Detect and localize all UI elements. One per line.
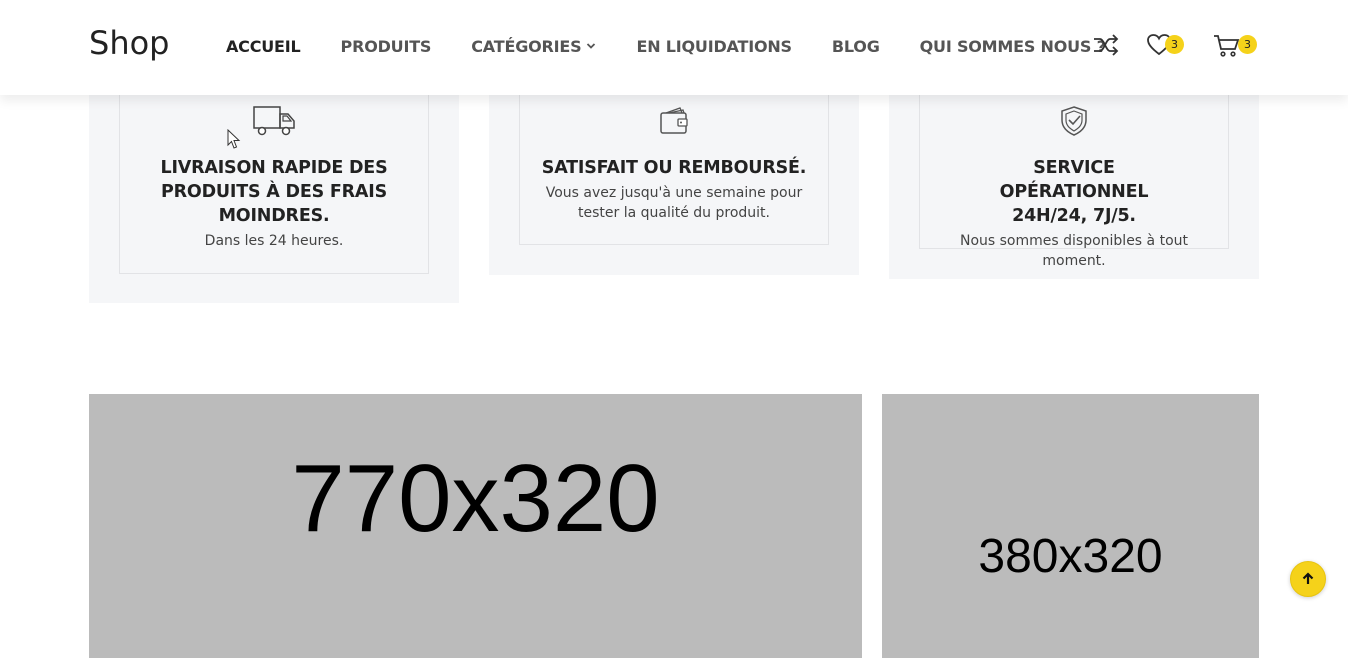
nav-label: QUI SOMMES NOUS ? (919, 36, 1106, 56)
nav-item-accueil[interactable]: ACCUEIL (226, 37, 301, 56)
banner-placeholder-label: 380x320 (978, 530, 1163, 583)
compare-button[interactable] (1092, 32, 1122, 58)
feature-card-inner: SATISFAIT OU REMBOURSÉ. Vous avez jusqu'… (519, 88, 829, 245)
feature-title: SERVICE OPÉRATIONNEL 24H/24, 7J/5. (999, 158, 1149, 226)
site-header: Shop ACCUEIL PRODUITS CATÉGORIES EN LIQU… (0, 0, 1348, 95)
feature-description: Nous sommes disponibles à tout moment. (959, 233, 1188, 269)
nav-item-en-liquidations[interactable]: EN LIQUIDATIONS (636, 36, 792, 56)
wishlist-count-badge: 3 (1165, 35, 1184, 54)
site-logo[interactable]: Shop (89, 24, 169, 62)
feature-card-service: SERVICE OPÉRATIONNEL 24H/24, 7J/5. Nous … (889, 88, 1259, 279)
nav-label: EN LIQUIDATIONS (636, 36, 792, 56)
cart-count-badge: 3 (1238, 35, 1257, 54)
nav-label: CATÉGORIES (471, 36, 582, 56)
wallet-icon (660, 107, 688, 134)
chevron-down-icon (587, 43, 596, 49)
truck-icon (253, 106, 295, 136)
feature-card-inner: SERVICE OPÉRATIONNEL 24H/24, 7J/5. Nous … (919, 88, 1229, 269)
mouse-cursor-icon (227, 129, 241, 149)
back-to-top-button[interactable] (1290, 561, 1326, 597)
nav-label: ACCUEIL (226, 36, 301, 56)
nav-item-categories[interactable]: CATÉGORIES (471, 37, 596, 56)
banner-placeholder-label: 770x320 (291, 445, 660, 552)
wishlist-button[interactable]: 3 (1146, 32, 1184, 58)
main-nav: ACCUEIL PRODUITS CATÉGORIES EN LIQUIDATI… (226, 35, 1146, 57)
nav-label: BLOG (831, 36, 880, 56)
cart-icon (1214, 35, 1240, 57)
shuffle-icon (1094, 34, 1119, 56)
feature-card-delivery: LIVRAISON RAPIDE DES PRODUITS À DES FRAI… (89, 88, 459, 303)
feature-description: Vous avez jusqu'à une semaine pour teste… (545, 185, 803, 221)
promo-banner-small[interactable]: 380x320 (882, 394, 1259, 658)
arrow-up-icon (1302, 572, 1314, 584)
feature-card-refund: SATISFAIT OU REMBOURSÉ. Vous avez jusqu'… (489, 88, 859, 275)
promo-banner-large[interactable]: 770x320 (89, 394, 862, 658)
feature-title: SATISFAIT OU REMBOURSÉ. (541, 158, 807, 178)
shield-check-icon (1061, 106, 1087, 136)
nav-label: PRODUITS (340, 36, 432, 56)
feature-description: Dans les 24 heures. (204, 233, 344, 249)
nav-item-produits[interactable]: PRODUITS (341, 37, 432, 56)
nav-item-qui-sommes-nous[interactable]: QUI SOMMES NOUS ? (920, 37, 1106, 56)
feature-title: LIVRAISON RAPIDE DES PRODUITS À DES FRAI… (160, 158, 388, 226)
cart-button[interactable]: 3 (1213, 32, 1257, 58)
feature-card-inner: LIVRAISON RAPIDE DES PRODUITS À DES FRAI… (119, 88, 429, 274)
nav-item-blog[interactable]: BLOG (832, 37, 880, 56)
